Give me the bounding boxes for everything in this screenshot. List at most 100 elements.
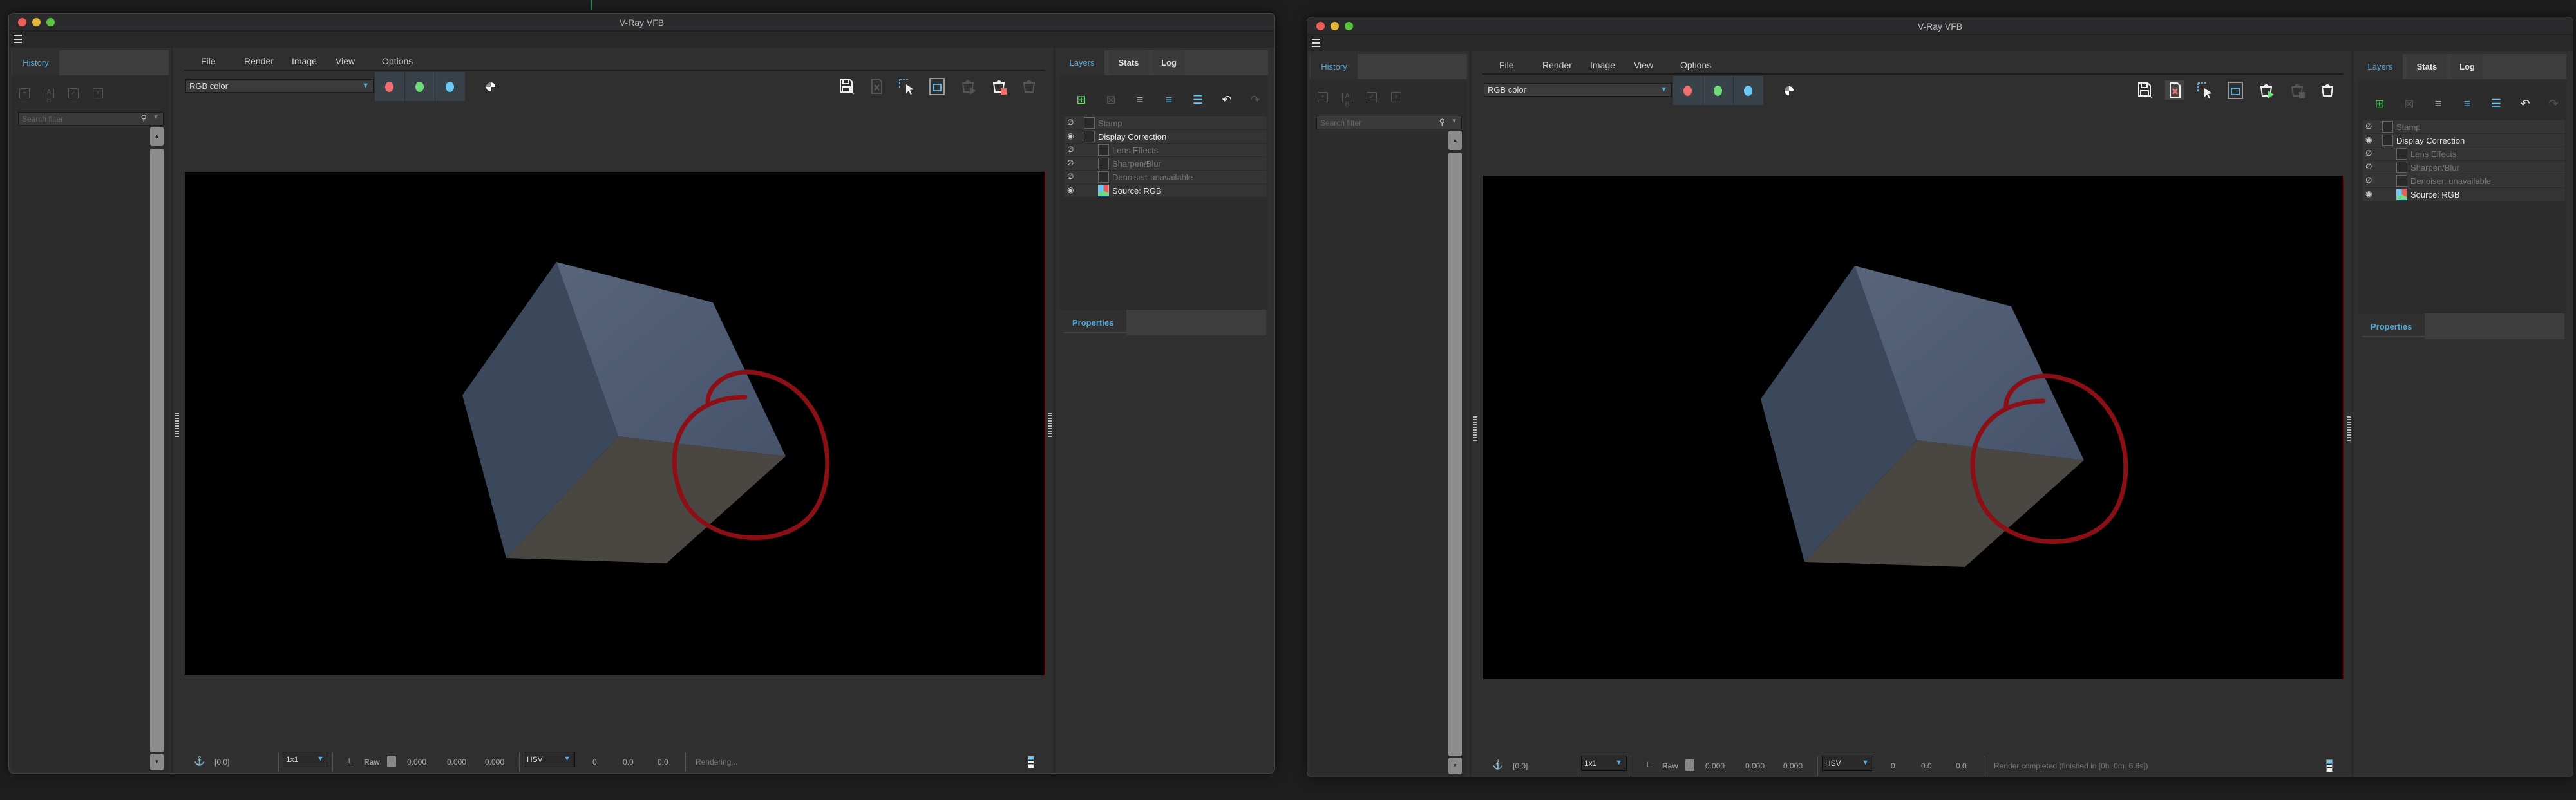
panel-layout-icon[interactable] <box>1028 756 1034 768</box>
clear-image-button[interactable] <box>2165 80 2184 100</box>
tab-history[interactable]: History <box>12 50 59 75</box>
color-curve-icon[interactable]: ∟ <box>1645 759 1654 769</box>
blue-channel-toggle[interactable] <box>1734 76 1763 105</box>
tab-stats[interactable]: Stats <box>2407 54 2447 79</box>
mono-channel-icon[interactable] <box>1785 86 1794 95</box>
layer-row[interactable]: ∅ Sharpen/Blur <box>2363 161 2565 174</box>
red-channel-toggle[interactable] <box>375 72 404 101</box>
region-render-icon[interactable] <box>2195 80 2215 100</box>
load-layers-icon[interactable]: ≡ <box>1161 92 1177 107</box>
eye-hidden-icon[interactable]: ∅ <box>2365 122 2372 131</box>
color-mode-select[interactable]: HSV ▼ <box>524 752 575 767</box>
layer-list-icon[interactable]: ☰ <box>1190 92 1206 107</box>
search-dropdown-icon[interactable]: ▼ <box>153 114 159 121</box>
follow-mouse-icon[interactable] <box>2226 80 2245 100</box>
layer-row[interactable]: ◉ Source: RGB <box>1065 184 1267 197</box>
layer-row[interactable]: ∅ Denoiser: unavailable <box>2363 174 2565 187</box>
redo-icon[interactable]: ↷ <box>1247 92 1263 107</box>
undo-icon[interactable]: ↶ <box>1219 92 1235 107</box>
save-history-icon[interactable]: + <box>1318 92 1328 102</box>
layer-row[interactable]: ∅ Denoiser: unavailable <box>1065 171 1267 183</box>
title-bar[interactable]: V-Ray VFB <box>1307 17 2573 35</box>
search-filter-input[interactable]: Search filter ⚲ ▼ <box>18 112 164 126</box>
tab-layers[interactable]: Layers <box>2358 54 2403 79</box>
eye-hidden-icon[interactable]: ∅ <box>1067 172 1074 181</box>
search-filter-input[interactable]: Search filter ⚲ ▼ <box>1316 116 1462 129</box>
render-interactive-icon[interactable] <box>958 77 978 96</box>
channel-select[interactable]: RGB color ▼ <box>1484 83 1672 97</box>
eye-hidden-icon[interactable]: ∅ <box>1067 158 1074 167</box>
eye-hidden-icon[interactable]: ∅ <box>2365 176 2372 185</box>
scroll-down-button[interactable]: ▼ <box>150 754 164 770</box>
history-scrollbar[interactable] <box>150 149 164 752</box>
hamburger-menu-icon[interactable] <box>1312 39 1320 47</box>
tab-log[interactable]: Log <box>2452 54 2483 79</box>
render-canvas[interactable] <box>1483 176 2344 679</box>
search-icon[interactable]: ⚲ <box>1439 117 1445 127</box>
menu-view[interactable]: View <box>336 56 355 66</box>
left-splitter-handle[interactable] <box>175 413 179 438</box>
layer-row[interactable]: ∅ Stamp <box>1065 116 1267 129</box>
layer-row[interactable]: ∅ Stamp <box>2363 120 2565 133</box>
red-channel-toggle[interactable] <box>1673 76 1703 105</box>
render-icon[interactable] <box>2318 80 2337 100</box>
mono-channel-icon[interactable] <box>486 82 495 91</box>
green-channel-toggle[interactable] <box>1703 76 1733 105</box>
eye-hidden-icon[interactable]: ∅ <box>1067 118 1074 127</box>
pin-icon[interactable]: ⚓ <box>194 756 205 767</box>
layer-row[interactable]: ◉ Display Correction <box>1065 130 1267 143</box>
search-dropdown-icon[interactable]: ▼ <box>1451 118 1457 125</box>
ab-compare-icon[interactable]: A B <box>44 88 54 104</box>
region-render-icon[interactable] <box>897 77 916 96</box>
layer-list-icon[interactable]: ☰ <box>2488 96 2504 111</box>
color-swatch[interactable] <box>1685 759 1694 771</box>
channel-select[interactable]: RGB color ▼ <box>185 79 374 93</box>
menu-file[interactable]: File <box>1499 60 1514 70</box>
layer-row[interactable]: ◉ Source: RGB <box>2363 188 2565 201</box>
save-image-icon[interactable] <box>837 77 856 96</box>
right-splitter-handle[interactable] <box>1048 413 1052 438</box>
undo-icon[interactable]: ↶ <box>2517 96 2533 111</box>
blue-channel-toggle[interactable] <box>435 72 465 101</box>
left-splitter-handle[interactable] <box>1473 416 1477 442</box>
menu-file[interactable]: File <box>201 56 216 66</box>
eye-icon[interactable]: ◉ <box>2365 189 2372 198</box>
load-layers-icon[interactable]: ≡ <box>2459 96 2475 111</box>
layer-row[interactable]: ∅ Sharpen/Blur <box>1065 157 1267 170</box>
right-splitter-handle[interactable] <box>2347 416 2351 442</box>
delete-history-icon[interactable]: × <box>1391 92 1401 102</box>
menu-render[interactable]: Render <box>244 56 274 66</box>
layer-row[interactable]: ∅ Lens Effects <box>1065 144 1267 156</box>
render-interactive-icon[interactable] <box>2257 80 2276 100</box>
ab-compare-icon[interactable]: A B <box>1342 92 1352 108</box>
eye-icon[interactable]: ◉ <box>2365 135 2372 144</box>
delete-history-icon[interactable]: × <box>93 88 103 98</box>
scroll-up-button[interactable]: ▲ <box>1448 131 1462 150</box>
delete-layer-icon[interactable]: ⊠ <box>1103 92 1119 107</box>
zoom-select[interactable]: 1x1 ▼ <box>283 752 328 767</box>
hamburger-menu-icon[interactable] <box>14 35 22 43</box>
layer-row[interactable]: ∅ Lens Effects <box>2363 147 2565 160</box>
pin-icon[interactable]: ⚓ <box>1492 759 1503 770</box>
add-layer-icon[interactable]: ⊞ <box>1074 92 1089 107</box>
title-bar[interactable]: V-Ray VFB <box>9 14 1274 32</box>
save-history-icon[interactable]: + <box>19 88 30 98</box>
delete-layer-icon[interactable]: ⊠ <box>2401 96 2417 111</box>
stop-render-icon[interactable] <box>989 77 1009 96</box>
follow-mouse-icon[interactable] <box>927 77 947 96</box>
eye-hidden-icon[interactable]: ∅ <box>2365 149 2372 158</box>
menu-options[interactable]: Options <box>382 56 413 66</box>
render-canvas[interactable] <box>185 172 1045 675</box>
redo-icon[interactable]: ↷ <box>2546 96 2561 111</box>
eye-icon[interactable]: ◉ <box>1067 131 1074 140</box>
layer-row[interactable]: ◉ Display Correction <box>2363 134 2565 147</box>
history-scrollbar[interactable] <box>1448 153 1462 756</box>
panel-layout-icon[interactable] <box>2326 759 2333 772</box>
scroll-down-button[interactable]: ▼ <box>1448 758 1462 774</box>
zoom-select[interactable]: 1x1 ▼ <box>1581 756 1627 771</box>
eye-hidden-icon[interactable]: ∅ <box>2365 162 2372 171</box>
menu-image[interactable]: Image <box>1590 60 1615 70</box>
tab-stats[interactable]: Stats <box>1109 50 1148 75</box>
eye-icon[interactable]: ◉ <box>1067 185 1074 194</box>
save-layers-icon[interactable]: ≡ <box>2430 96 2446 111</box>
